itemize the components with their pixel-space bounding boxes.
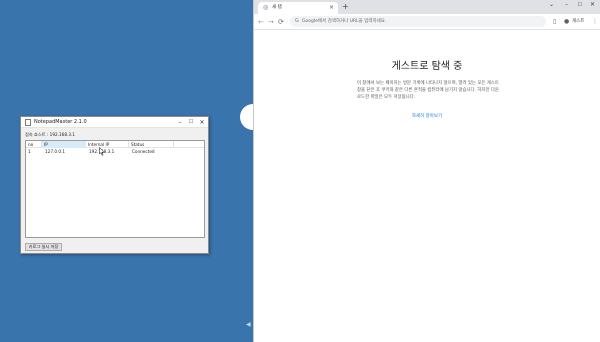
profile-icon[interactable]: ● xyxy=(564,18,569,26)
app-title: NotepadMaster 2.1.0 xyxy=(34,119,87,125)
guest-description: 이 창에서 보는 페이지는 방문 기록에 나타나지 않으며, 열려 있는 모든 … xyxy=(357,81,499,100)
save-keylog-button[interactable]: 키로그 실시 저장 xyxy=(25,243,62,251)
browser-close-button[interactable]: ✕ xyxy=(590,1,595,9)
desktop-scroll-indicator-icon: ◀ xyxy=(246,321,251,328)
app-close-button[interactable]: ✕ xyxy=(197,118,207,127)
reload-button[interactable]: ⟳ xyxy=(278,17,284,27)
browser-maximize-button[interactable]: ☐ xyxy=(578,1,582,9)
cell-ip: 127.0.0.1 xyxy=(45,149,65,154)
app-maximize-button[interactable]: ☐ xyxy=(186,118,196,127)
column-header-status[interactable]: Status xyxy=(129,141,174,148)
address-bar-placeholder: Google에서 검색하거나 URL을 입력하세요. xyxy=(302,19,387,24)
notepadmaster-window: NotepadMaster 2.1.0 – ☐ ✕ 접속 호스트 : 192.1… xyxy=(20,116,209,254)
tab-search-button[interactable]: ⌄ xyxy=(549,1,554,9)
app-minimize-button[interactable]: – xyxy=(175,118,185,127)
browser-toolbar: ← → ⟳ G Google에서 검색하거나 URL을 입력하세요. ▯ ● 게… xyxy=(254,14,600,30)
column-header-no[interactable]: no xyxy=(26,141,42,148)
globe-icon: ◎ xyxy=(263,4,269,11)
new-tab-button[interactable]: + xyxy=(342,3,349,11)
cell-no: 1 xyxy=(28,149,31,154)
page-title: 게스트로 탐색 중 xyxy=(391,61,463,72)
cell-status: Connected xyxy=(132,149,155,154)
column-header-internal-ip[interactable]: Internal IP xyxy=(86,141,129,148)
app-titlebar[interactable]: NotepadMaster 2.1.0 – ☐ ✕ xyxy=(21,117,208,128)
tab-title: 새 탭 xyxy=(272,5,282,10)
list-header: no IP Internal IP Status xyxy=(26,141,204,148)
profile-label[interactable]: 게스트 xyxy=(572,19,584,25)
table-row[interactable]: 1 127.0.0.1 192.168.3.1 Connected xyxy=(26,149,204,155)
browser-window: ◎ 새 탭 × + ⌄ – ☐ ✕ ← → ⟳ G Google에서 검색하거나… xyxy=(253,0,600,342)
connection-list[interactable]: no IP Internal IP Status 1 127.0.0.1 192… xyxy=(25,140,205,238)
document-icon xyxy=(25,119,31,126)
browser-minimize-button[interactable]: – xyxy=(565,1,568,9)
tab-new-tab[interactable]: ◎ 새 탭 × xyxy=(258,2,338,14)
tab-close-button[interactable]: × xyxy=(329,4,334,11)
mouse-cursor-icon xyxy=(99,147,105,156)
google-g-icon: G xyxy=(295,18,299,24)
browser-menu-button[interactable]: ⋮ xyxy=(592,18,598,26)
server-host-label: 접속 호스트 : 192.168.3.1 xyxy=(25,132,75,137)
back-button[interactable]: ← xyxy=(258,17,264,27)
tab-strip: ◎ 새 탭 × + ⌄ – ☐ ✕ xyxy=(254,0,600,14)
learn-more-link[interactable]: 자세히 알아보기 xyxy=(254,114,600,120)
column-header-ip[interactable]: IP xyxy=(42,141,86,148)
side-panel-icon[interactable]: ▯ xyxy=(553,18,556,26)
address-bar[interactable]: G Google에서 검색하거나 URL을 입력하세요. xyxy=(290,16,546,27)
forward-button[interactable]: → xyxy=(268,17,274,27)
